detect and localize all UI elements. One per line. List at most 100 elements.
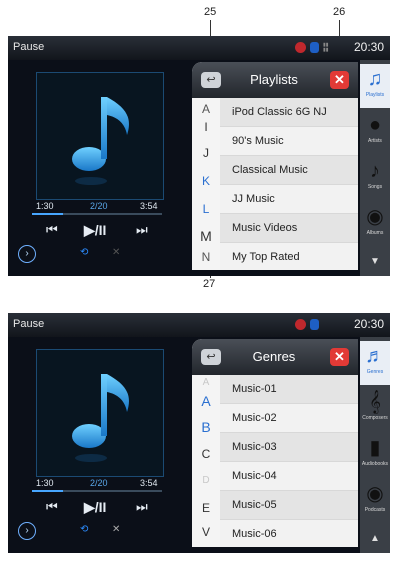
shuffle-icon[interactable]: ✕ [112,247,120,258]
progress-bar[interactable] [32,490,162,492]
repeat-icon[interactable]: ⟲ [80,524,88,535]
screen-genres: Pause 20:30 1:30 2/20 3:54 ⏮ ▶/II ⏭ › ⟲ … [8,313,390,553]
alphabet-index[interactable]: A I J K L M N [192,98,220,270]
sidebar-item-composers[interactable]: 𝄞 Composers [360,387,390,431]
music-note-icon [72,97,129,185]
progress-bar[interactable] [32,213,162,215]
artist-icon: ● [368,114,382,136]
sidebar-item-podcasts[interactable]: ◉ Podcasts [360,479,390,523]
track-length: 3:54 [140,201,158,211]
sidebar-item-label: Genres [366,369,384,375]
playlist-icon: ♫ [367,68,383,90]
genre-icon: ♬ [365,345,385,367]
index-letter[interactable]: E [192,501,220,515]
composer-icon: 𝄞 [369,391,381,413]
status-bar: Pause ▮▮ ▮▮ 20:30 [8,36,390,60]
list-item[interactable]: Music-01 [220,375,358,404]
category-sidebar: ♬ Genres 𝄞 Composers ▮ Audiobooks ◉ Podc… [360,337,390,553]
index-letter[interactable]: L [192,202,220,216]
forward-arrow-icon[interactable]: › [18,245,36,263]
index-letter[interactable]: M [192,228,220,244]
sidebar-item-audiobooks[interactable]: ▮ Audiobooks [360,433,390,477]
index-letter[interactable]: I [192,120,220,134]
play-pause-icon[interactable]: ▶/II [84,499,106,516]
list-item[interactable]: Music-05 [220,491,358,520]
sidebar-item-artists[interactable]: ● Artists [360,110,390,154]
list-item[interactable]: JJ Music [220,185,358,214]
back-icon[interactable]: ↩ [201,72,221,88]
progress-fill [32,490,64,492]
close-icon[interactable]: ✕ [330,348,349,366]
playlist-list: iPod Classic 6G NJ 90's Music Classical … [220,98,358,270]
sidebar-item-label: Playlists [365,92,385,98]
sidebar-item-playlists[interactable]: ♫ Playlists [360,64,390,108]
index-letter[interactable]: D [192,475,220,486]
podcast-icon: ◉ [366,483,384,505]
list-item[interactable]: Music Videos [220,214,358,243]
play-pause-icon[interactable]: ▶/II [84,222,106,239]
shuffle-icon[interactable]: ✕ [112,524,120,535]
audiobook-icon: ▮ [369,437,381,459]
list-item[interactable]: Classical Music [220,156,358,185]
track-position: 1:30 [36,478,54,488]
music-note-icon [72,374,129,462]
list-item[interactable]: My Top Rated [220,243,358,270]
index-letter[interactable]: J [192,146,220,160]
clock: 20:30 [353,40,384,54]
list-item[interactable]: Music-03 [220,433,358,462]
bluetooth-icon [310,42,319,53]
index-letter[interactable]: A [192,377,220,388]
record-icon [295,319,306,330]
sidebar-item-label: Albums [366,230,384,236]
sidebar-item-songs[interactable]: ♪ Songs [360,156,390,200]
sidebar-item-albums[interactable]: ◉ Albums [360,202,390,246]
back-icon[interactable]: ↩ [201,349,221,365]
album-icon: ◉ [366,206,384,228]
index-letter[interactable]: B [192,419,220,435]
index-letter[interactable]: C [192,447,220,461]
sidebar-item-label: Podcasts [364,507,386,513]
list-item[interactable]: Music-04 [220,462,358,491]
close-icon[interactable]: ✕ [330,71,349,89]
scroll-up-icon[interactable]: ▲ [360,533,390,544]
index-letter[interactable]: A [192,102,220,116]
album-art [36,349,164,477]
playlists-panel: ↩ Playlists ✕ A I J K L M N iPod Classic… [192,62,358,270]
status-label: Pause [13,41,45,53]
screen-playlists: Pause ▮▮ ▮▮ 20:30 1:30 2/20 3:54 ⏮ ▶/II ⏭… [8,36,390,276]
clock: 20:30 [353,317,384,331]
scroll-down-icon[interactable]: ▼ [360,256,390,267]
list-item[interactable]: 90's Music [220,127,358,156]
callout-26: 26 [333,6,346,18]
panel-title: Playlists [250,72,298,87]
category-sidebar: ♫ Playlists ● Artists ♪ Songs ◉ Albums ▼ [360,60,390,276]
next-track-icon[interactable]: ⏭ [136,499,148,515]
list-item[interactable]: iPod Classic 6G NJ [220,98,358,127]
previous-track-icon[interactable]: ⏮ [46,222,58,238]
track-position: 1:30 [36,201,54,211]
forward-arrow-icon[interactable]: › [18,522,36,540]
next-track-icon[interactable]: ⏭ [136,222,148,238]
bluetooth-icon [310,319,319,330]
alphabet-index[interactable]: A A B C D E V [192,375,220,547]
track-index: 2/20 [90,478,108,488]
index-letter[interactable]: V [192,525,220,539]
album-art [36,72,164,200]
repeat-icon[interactable]: ⟲ [80,247,88,258]
panel-header: ↩ Genres ✕ [192,339,358,375]
sidebar-item-genres[interactable]: ♬ Genres [360,341,390,385]
list-item[interactable]: Music-06 [220,520,358,547]
index-letter[interactable]: K [192,174,220,188]
panel-title: Genres [252,349,296,364]
status-label: Pause [13,318,45,330]
sidebar-item-label: Artists [368,138,382,144]
list-item[interactable]: Music-02 [220,404,358,433]
progress-fill [32,213,64,215]
previous-track-icon[interactable]: ⏮ [46,499,58,515]
track-length: 3:54 [140,478,158,488]
genres-panel: ↩ Genres ✕ A A B C D E V Music-01 Music-… [192,339,358,547]
index-letter[interactable]: N [192,250,220,264]
callout-25: 25 [204,6,217,18]
index-letter[interactable]: A [192,393,220,409]
record-icon [295,42,306,53]
